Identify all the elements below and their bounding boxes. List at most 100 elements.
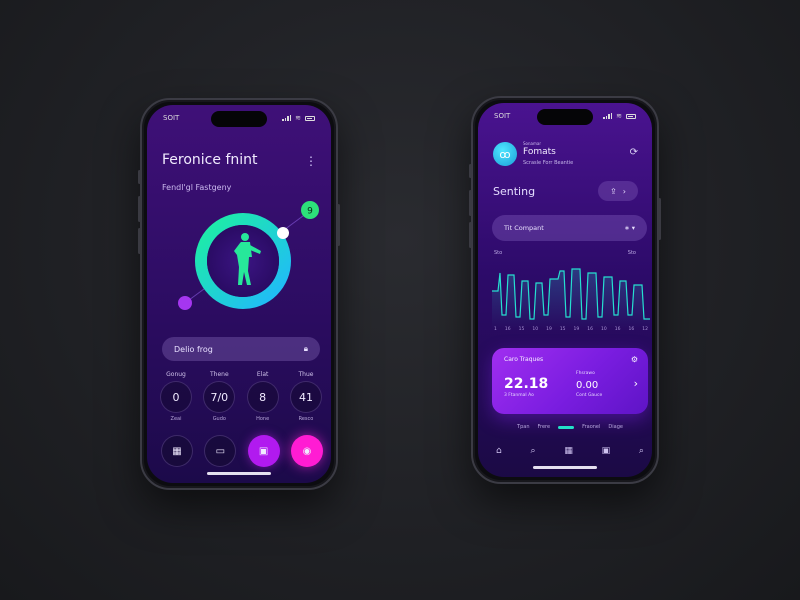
x-tick: 12 [642, 327, 648, 332]
lock-icon: 🔒︎ [303, 344, 308, 353]
bottom-nav: ⌂ ⌕ ▦ ▣ ⌕ [496, 446, 644, 456]
volume-down-button [469, 222, 472, 248]
ring-handle [277, 227, 289, 239]
brand-tagline: Scrasle Forr Beantie [523, 160, 574, 166]
stat-value: 7/0 [203, 381, 236, 413]
home-icon[interactable]: ⌂ [496, 446, 502, 456]
bookmark-icon[interactable]: ▣ [602, 446, 611, 456]
stat-sub: Resco [298, 416, 314, 422]
stat-value: 0 [160, 381, 192, 413]
page-subtitle: Fendl'gl Fastgeny [162, 183, 232, 192]
kebab-menu-icon[interactable]: ⋮ [305, 154, 317, 168]
chevron-right-icon: › [622, 186, 626, 196]
folder-icon[interactable]: ▭ [204, 435, 237, 467]
field-label: Delio frog [174, 344, 213, 354]
ring-start-dot [178, 296, 192, 310]
stat-item[interactable]: Elat 8 Hone [246, 371, 280, 422]
phone-mockup-left: SOIT ≋ Feronice fnint ⋮ Fendl'gl Fastgen… [138, 98, 340, 490]
status-bar: SOIT ≋ [494, 112, 636, 120]
card-secondary-caption: Cont Gauce [576, 393, 603, 398]
ring-badge-label: 9 [307, 207, 313, 217]
home-indicator[interactable] [207, 472, 271, 475]
mute-switch [469, 164, 472, 178]
brand-name: Fomats [523, 147, 556, 157]
card-primary-value: 22.18 [504, 376, 549, 392]
screen: SOIT ≋ ꝏ Sonamar Fomats Scrasle Forr Bea… [478, 103, 652, 477]
chart-label-right: Sto [627, 250, 636, 256]
waveform-chart [492, 268, 650, 329]
chart-label-left: Sto [494, 250, 503, 256]
stat-item[interactable]: Gonug 0 Zeai [159, 371, 193, 422]
section-title: Senting [493, 185, 536, 198]
brand-overline: Sonamar [523, 141, 541, 146]
volume-up-button [469, 190, 472, 216]
home-indicator[interactable] [533, 466, 597, 469]
app-logo-icon: ꝏ [493, 142, 517, 166]
stat-label: Elat [256, 371, 269, 378]
chevron-right-icon[interactable]: › [634, 377, 638, 390]
progress-ring: 9 [157, 193, 327, 323]
stat-item[interactable]: Thue 41 Resco [289, 371, 323, 422]
text-field[interactable]: Delio frog 🔒︎ [162, 337, 320, 361]
stat-label: Thene [210, 371, 229, 378]
x-tick: 10 [532, 327, 539, 332]
status-bar: SOIT ≋ [163, 114, 315, 122]
mute-switch [138, 170, 141, 184]
tab-item[interactable]: Frere [538, 424, 551, 430]
status-icons: ≋ [282, 114, 315, 122]
x-tick: 16 [587, 327, 594, 332]
signal-icon [603, 113, 613, 119]
pill-button[interactable]: ⇪ › [598, 181, 638, 201]
search-icon[interactable]: ⌕ [639, 446, 644, 456]
stat-sub: Gudo [212, 416, 226, 422]
page-title: Feronice fnint [162, 152, 258, 168]
x-tick: 19 [546, 327, 552, 332]
stats-row: Gonug 0 Zeai Thene 7/0 Gudo Elat 8 Hone … [159, 371, 323, 422]
summary-card[interactable]: Caro Traques ⚙ 22.18 3 Ftanmal Ao Fhsraw… [492, 348, 648, 414]
tab-item[interactable]: Tpan [517, 424, 529, 430]
chart-x-axis: 1 16 15 10 19 15 19 16 10 16 16 12 [494, 327, 648, 332]
volume-up-button [138, 196, 141, 222]
tab-item[interactable]: Fraonel [582, 424, 600, 430]
x-tick: 16 [614, 327, 621, 332]
x-tick: 16 [504, 327, 511, 332]
x-tick: 15 [559, 327, 566, 332]
dropdown-select[interactable]: Tit Compant ∗ ▾ [492, 215, 647, 241]
battery-icon [305, 115, 315, 121]
card-secondary-label: Fhsrawo [576, 371, 595, 376]
stat-label: Thue [298, 371, 314, 378]
select-label: Tit Compant [504, 224, 544, 232]
grid-icon[interactable]: ▦ [564, 446, 573, 456]
x-tick: 15 [518, 327, 525, 332]
wifi-icon: ≋ [295, 114, 301, 122]
stat-item[interactable]: Thene 7/0 Gudo [202, 371, 236, 422]
power-button [658, 198, 661, 240]
status-icons: ≋ [603, 112, 636, 120]
chat-icon[interactable]: ▣ [247, 435, 280, 467]
search-icon[interactable]: ⌕ [531, 446, 536, 456]
tab-item[interactable]: Diage [608, 424, 623, 430]
x-tick: 19 [573, 327, 580, 332]
card-title: Caro Traques [504, 356, 544, 363]
card-primary-caption: 3 Ftanmal Ao [504, 393, 534, 398]
calendar-icon[interactable]: ▦ [161, 435, 193, 467]
share-icon: ⇪ [610, 186, 617, 196]
select-icons: ∗ ▾ [624, 224, 635, 232]
settings-icon[interactable]: ⚙ [631, 355, 638, 364]
x-tick: 10 [601, 327, 607, 332]
stat-label: Gonug [166, 371, 186, 378]
progress-ring-graphic: 9 [178, 201, 319, 310]
wifi-icon: ≋ [616, 112, 622, 120]
action-buttons: ▦ ▭ ▣ ◉ [161, 435, 323, 467]
status-time: SOIT [494, 112, 511, 120]
refresh-icon[interactable]: ⟳ [630, 147, 638, 158]
status-time: SOIT [163, 114, 180, 122]
screen: SOIT ≋ Feronice fnint ⋮ Fendl'gl Fastgen… [147, 105, 331, 483]
phone-mockup-right: SOIT ≋ ꝏ Sonamar Fomats Scrasle Forr Bea… [469, 96, 661, 484]
stat-value: 41 [289, 381, 322, 413]
x-tick: 16 [628, 327, 635, 332]
stat-sub: Zeai [170, 416, 182, 422]
x-tick: 1 [494, 327, 497, 332]
target-icon[interactable]: ◉ [290, 435, 323, 467]
card-secondary-value: 0.00 [576, 380, 599, 391]
